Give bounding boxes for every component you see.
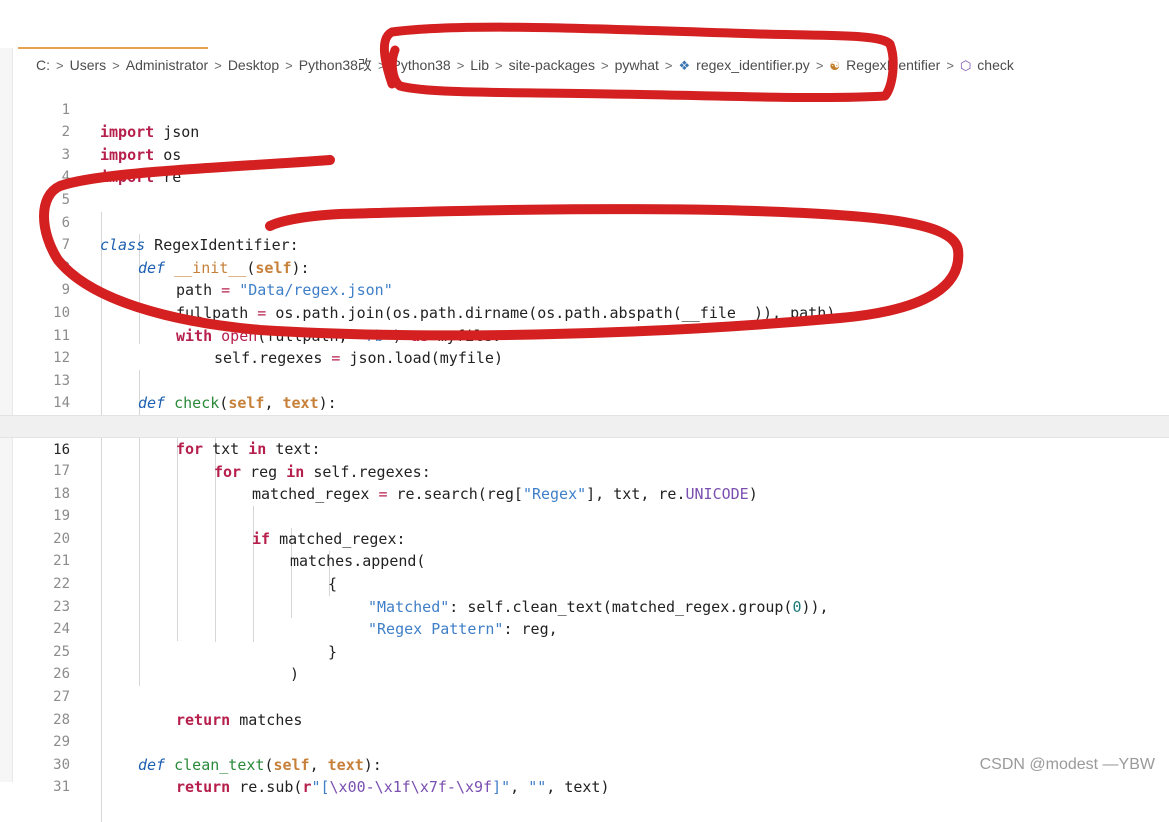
watermark: CSDN @modest —YBW	[979, 756, 1155, 773]
annotation-circle-breadcrumb	[380, 22, 898, 103]
annotation-circle-init	[39, 155, 964, 341]
annotation-overlay	[39, 22, 964, 341]
